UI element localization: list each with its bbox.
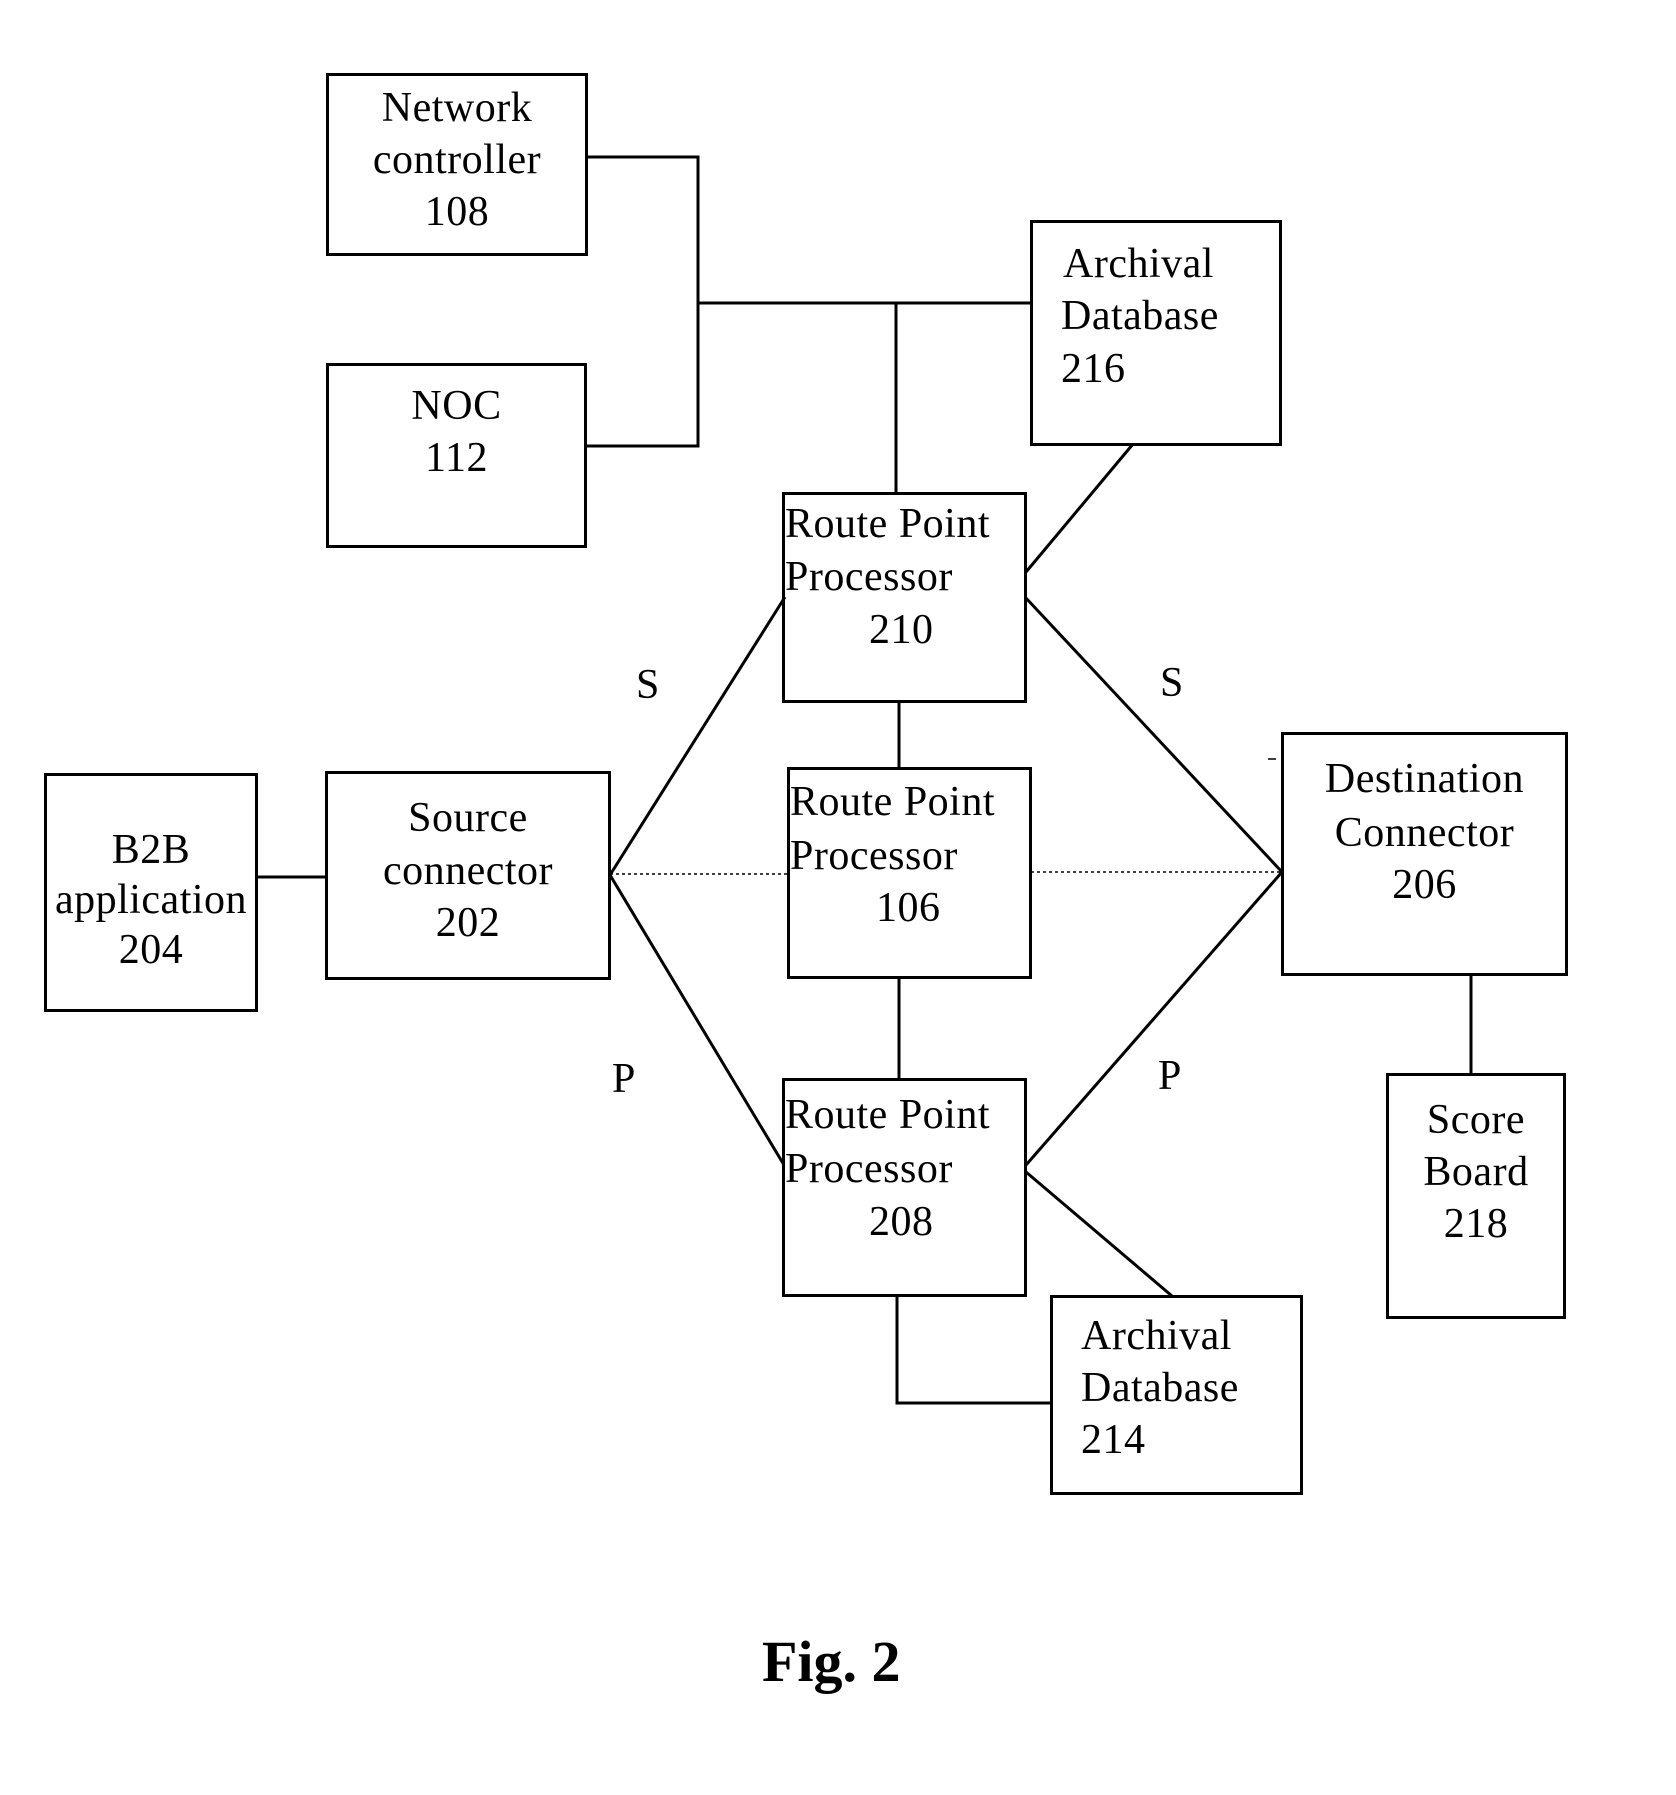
node-route-point-processor-210: Route Point Processor 210: [782, 492, 1027, 703]
node-route-point-processor-106: Route Point Processor 106: [787, 767, 1032, 979]
scoreboard-line-1: Score: [1426, 1097, 1526, 1143]
scoreboard-line-2: Board: [1423, 1149, 1529, 1195]
edge-archival-216-to-rpp-210: [1024, 443, 1135, 573]
node-source-connector: Source connector 202: [325, 771, 611, 980]
rpp-208-line-1: Route Point: [785, 1092, 991, 1138]
archival-214-line-3: 214: [1081, 1417, 1146, 1463]
noc-line-1: NOC: [411, 383, 502, 429]
noc-line-2: 112: [425, 435, 488, 481]
source-line-1: Source: [408, 795, 528, 841]
rpp-106-line-2: Processor: [790, 833, 958, 879]
edge-label-s-left: S: [636, 662, 660, 708]
scoreboard-line-3: 218: [1443, 1201, 1509, 1247]
figure-caption: Fig. 2: [762, 1629, 901, 1694]
b2b-line-1: B2B: [111, 827, 191, 873]
edge-rpp-210-to-destination: [1023, 595, 1284, 874]
rpp-106-line-1: Route Point: [790, 779, 996, 825]
node-score-board: Score Board 218: [1386, 1073, 1566, 1319]
b2b-line-3: 204: [118, 927, 184, 973]
node-b2b-application: B2B application 204: [44, 773, 258, 1012]
edge-rpp-208-to-destination: [1024, 871, 1284, 1166]
edge-label-p-right: P: [1158, 1053, 1182, 1099]
edge-source-to-rpp-210: [608, 596, 787, 876]
rpp-208-line-2: Processor: [785, 1146, 953, 1192]
node-archival-database-216: Archival Database 216: [1030, 220, 1282, 446]
edge-label-p-left: P: [612, 1056, 636, 1102]
rpp-210-line-2: Processor: [785, 554, 953, 600]
node-noc: NOC 112: [326, 363, 587, 548]
edge-network-controller-to-bus: [587, 155, 700, 303]
archival-214-line-1: Archival: [1081, 1313, 1232, 1359]
b2b-line-2: application: [54, 877, 248, 923]
archival-216-line-1: Archival: [1063, 241, 1214, 287]
destination-line-2: Connector: [1334, 810, 1515, 856]
node-destination-connector: Destination Connector 206: [1281, 732, 1568, 976]
rpp-210-line-3: 210: [869, 607, 934, 653]
rpp-106-line-3: 106: [876, 885, 941, 931]
destination-line-1: Destination: [1324, 756, 1525, 802]
archival-214-line-2: Database: [1081, 1365, 1239, 1411]
figure-2-diagram: Network controller 108 NOC 112 Archival …: [0, 0, 1676, 1795]
edge-noc-to-bus: [586, 303, 700, 448]
network-controller-line-1: Network: [381, 85, 533, 131]
node-network-controller: Network controller 108: [326, 73, 588, 256]
node-archival-database-214: Archival Database 214: [1050, 1295, 1303, 1495]
node-route-point-processor-208: Route Point Processor 208: [782, 1078, 1027, 1297]
edge-source-to-rpp-208: [608, 874, 786, 1166]
archival-216-line-3: 216: [1061, 346, 1126, 392]
edge-rpp-208-to-archival-214-bracket: [895, 1297, 1052, 1405]
archival-216-line-2: Database: [1061, 293, 1219, 339]
rpp-208-line-3: 208: [869, 1199, 934, 1245]
rpp-210-line-1: Route Point: [785, 501, 991, 547]
network-controller-line-2: controller: [372, 137, 542, 183]
edge-label-s-right: S: [1160, 660, 1184, 706]
network-controller-line-3: 108: [424, 189, 490, 235]
destination-line-3: 206: [1392, 862, 1457, 908]
source-line-3: 202: [435, 900, 501, 946]
source-line-2: connector: [382, 848, 554, 894]
edge-rpp-208-to-archival-214: [1025, 1170, 1173, 1298]
